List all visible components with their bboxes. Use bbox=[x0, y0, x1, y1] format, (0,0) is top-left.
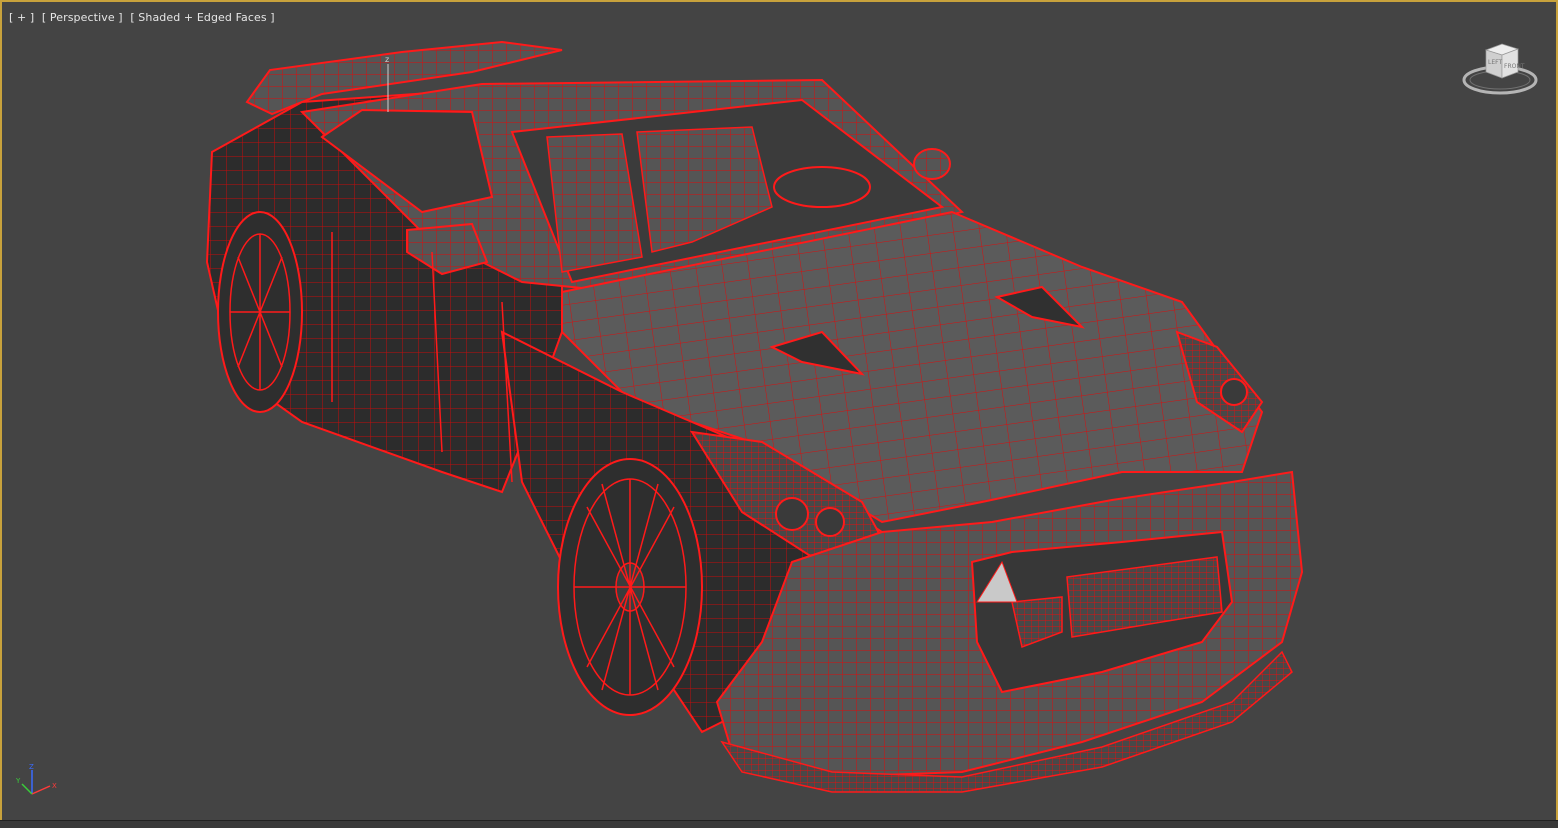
axis-x-label: X bbox=[52, 782, 57, 790]
axis-z-label: Z bbox=[29, 763, 34, 771]
svg-text:z: z bbox=[385, 55, 389, 64]
perspective-viewport[interactable]: [ + ] [ Perspective ] [ Shaded + Edged F… bbox=[0, 0, 1558, 827]
axis-tripod-icon: Z X Y bbox=[15, 763, 57, 795]
viewcube-icon[interactable]: FRONT LEFT bbox=[1460, 40, 1540, 100]
viewcube-front-label: FRONT bbox=[1504, 63, 1525, 70]
viewcube-left-label: LEFT bbox=[1488, 59, 1502, 66]
axis-y-label: Y bbox=[15, 777, 21, 785]
car-wireframe-model[interactable]: z bbox=[2, 2, 1556, 825]
